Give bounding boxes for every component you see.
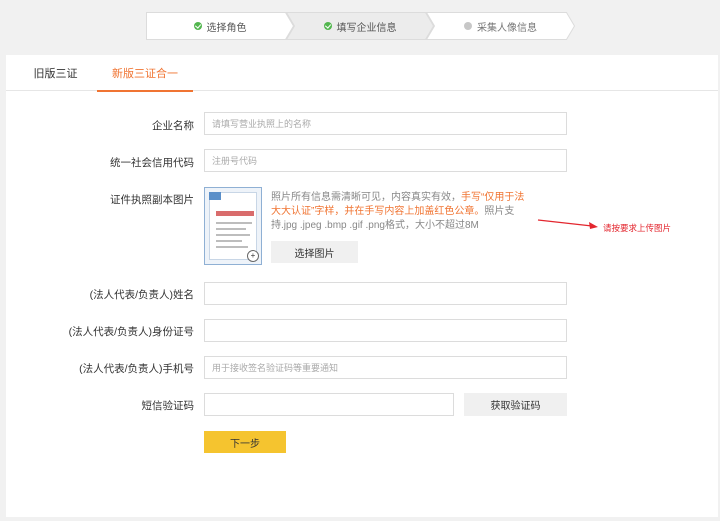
tab-bar: 旧版三证 新版三证合一 (6, 55, 718, 92)
legal-id-label: (法人代表/负责人)身份证号 (68, 326, 194, 338)
instructions-text: 照片所有信息需清晰可见，内容真实有效， (271, 192, 461, 203)
tab-new-three-in-one[interactable]: 新版三证合一 (97, 55, 193, 92)
certificate-line (216, 222, 252, 224)
step-label: 采集人像信息 (477, 22, 537, 34)
step-select-role: 选择角色 (146, 12, 294, 40)
progress-stepper: 选择角色 填写企业信息 采集人像信息 (146, 12, 583, 40)
company-name-input[interactable] (204, 112, 567, 135)
certificate-line (216, 246, 248, 248)
get-sms-code-button[interactable]: 获取验证码 (464, 393, 567, 416)
annotation-arrow-icon (537, 219, 598, 229)
form-panel: 旧版三证 新版三证合一 企业名称 统一社会信用代码 证件执照副本图片 + 照片所… (6, 55, 718, 517)
certificate-line (216, 234, 250, 236)
step-company-info: 填写企业信息 (286, 12, 434, 40)
step-label: 选择角色 (206, 22, 247, 34)
company-name-label: 企业名称 (152, 120, 194, 132)
check-circle-icon (323, 22, 332, 30)
legal-phone-input[interactable] (204, 356, 567, 379)
credit-code-input[interactable] (204, 149, 567, 172)
license-image-label: 证件执照副本图片 (110, 194, 194, 206)
certificate-line (216, 240, 242, 242)
legal-id-input[interactable] (204, 319, 567, 342)
legal-phone-label: (法人代表/负责人)手机号 (79, 363, 194, 375)
zoom-in-icon[interactable]: + (247, 250, 259, 262)
sms-code-label: 短信验证码 (141, 400, 195, 412)
credit-code-label: 统一社会信用代码 (110, 157, 194, 169)
annotation-note: 请按要求上传图片 (603, 223, 672, 233)
certificate-line (216, 228, 246, 230)
legal-name-input[interactable] (204, 282, 567, 305)
step-face-capture: 采集人像信息 (426, 12, 575, 40)
tab-old-three-certificates[interactable]: 旧版三证 (22, 55, 89, 91)
select-image-button[interactable]: 选择图片 (271, 241, 358, 263)
next-step-button[interactable]: 下一步 (204, 431, 286, 453)
check-circle-icon (193, 22, 202, 30)
license-sample-image[interactable]: + (204, 187, 262, 265)
pending-circle-icon (464, 22, 472, 30)
certificate-title-mark (216, 211, 254, 216)
step-label: 填写企业信息 (336, 22, 397, 34)
upload-instructions: 照片所有信息需清晰可见，内容真实有效，手写“仅用于法大大认证”字样，并在手写内容… (271, 191, 533, 233)
legal-name-label: (法人代表/负责人)姓名 (89, 289, 194, 301)
sms-code-input[interactable] (204, 393, 454, 416)
sample-tag (209, 192, 221, 200)
